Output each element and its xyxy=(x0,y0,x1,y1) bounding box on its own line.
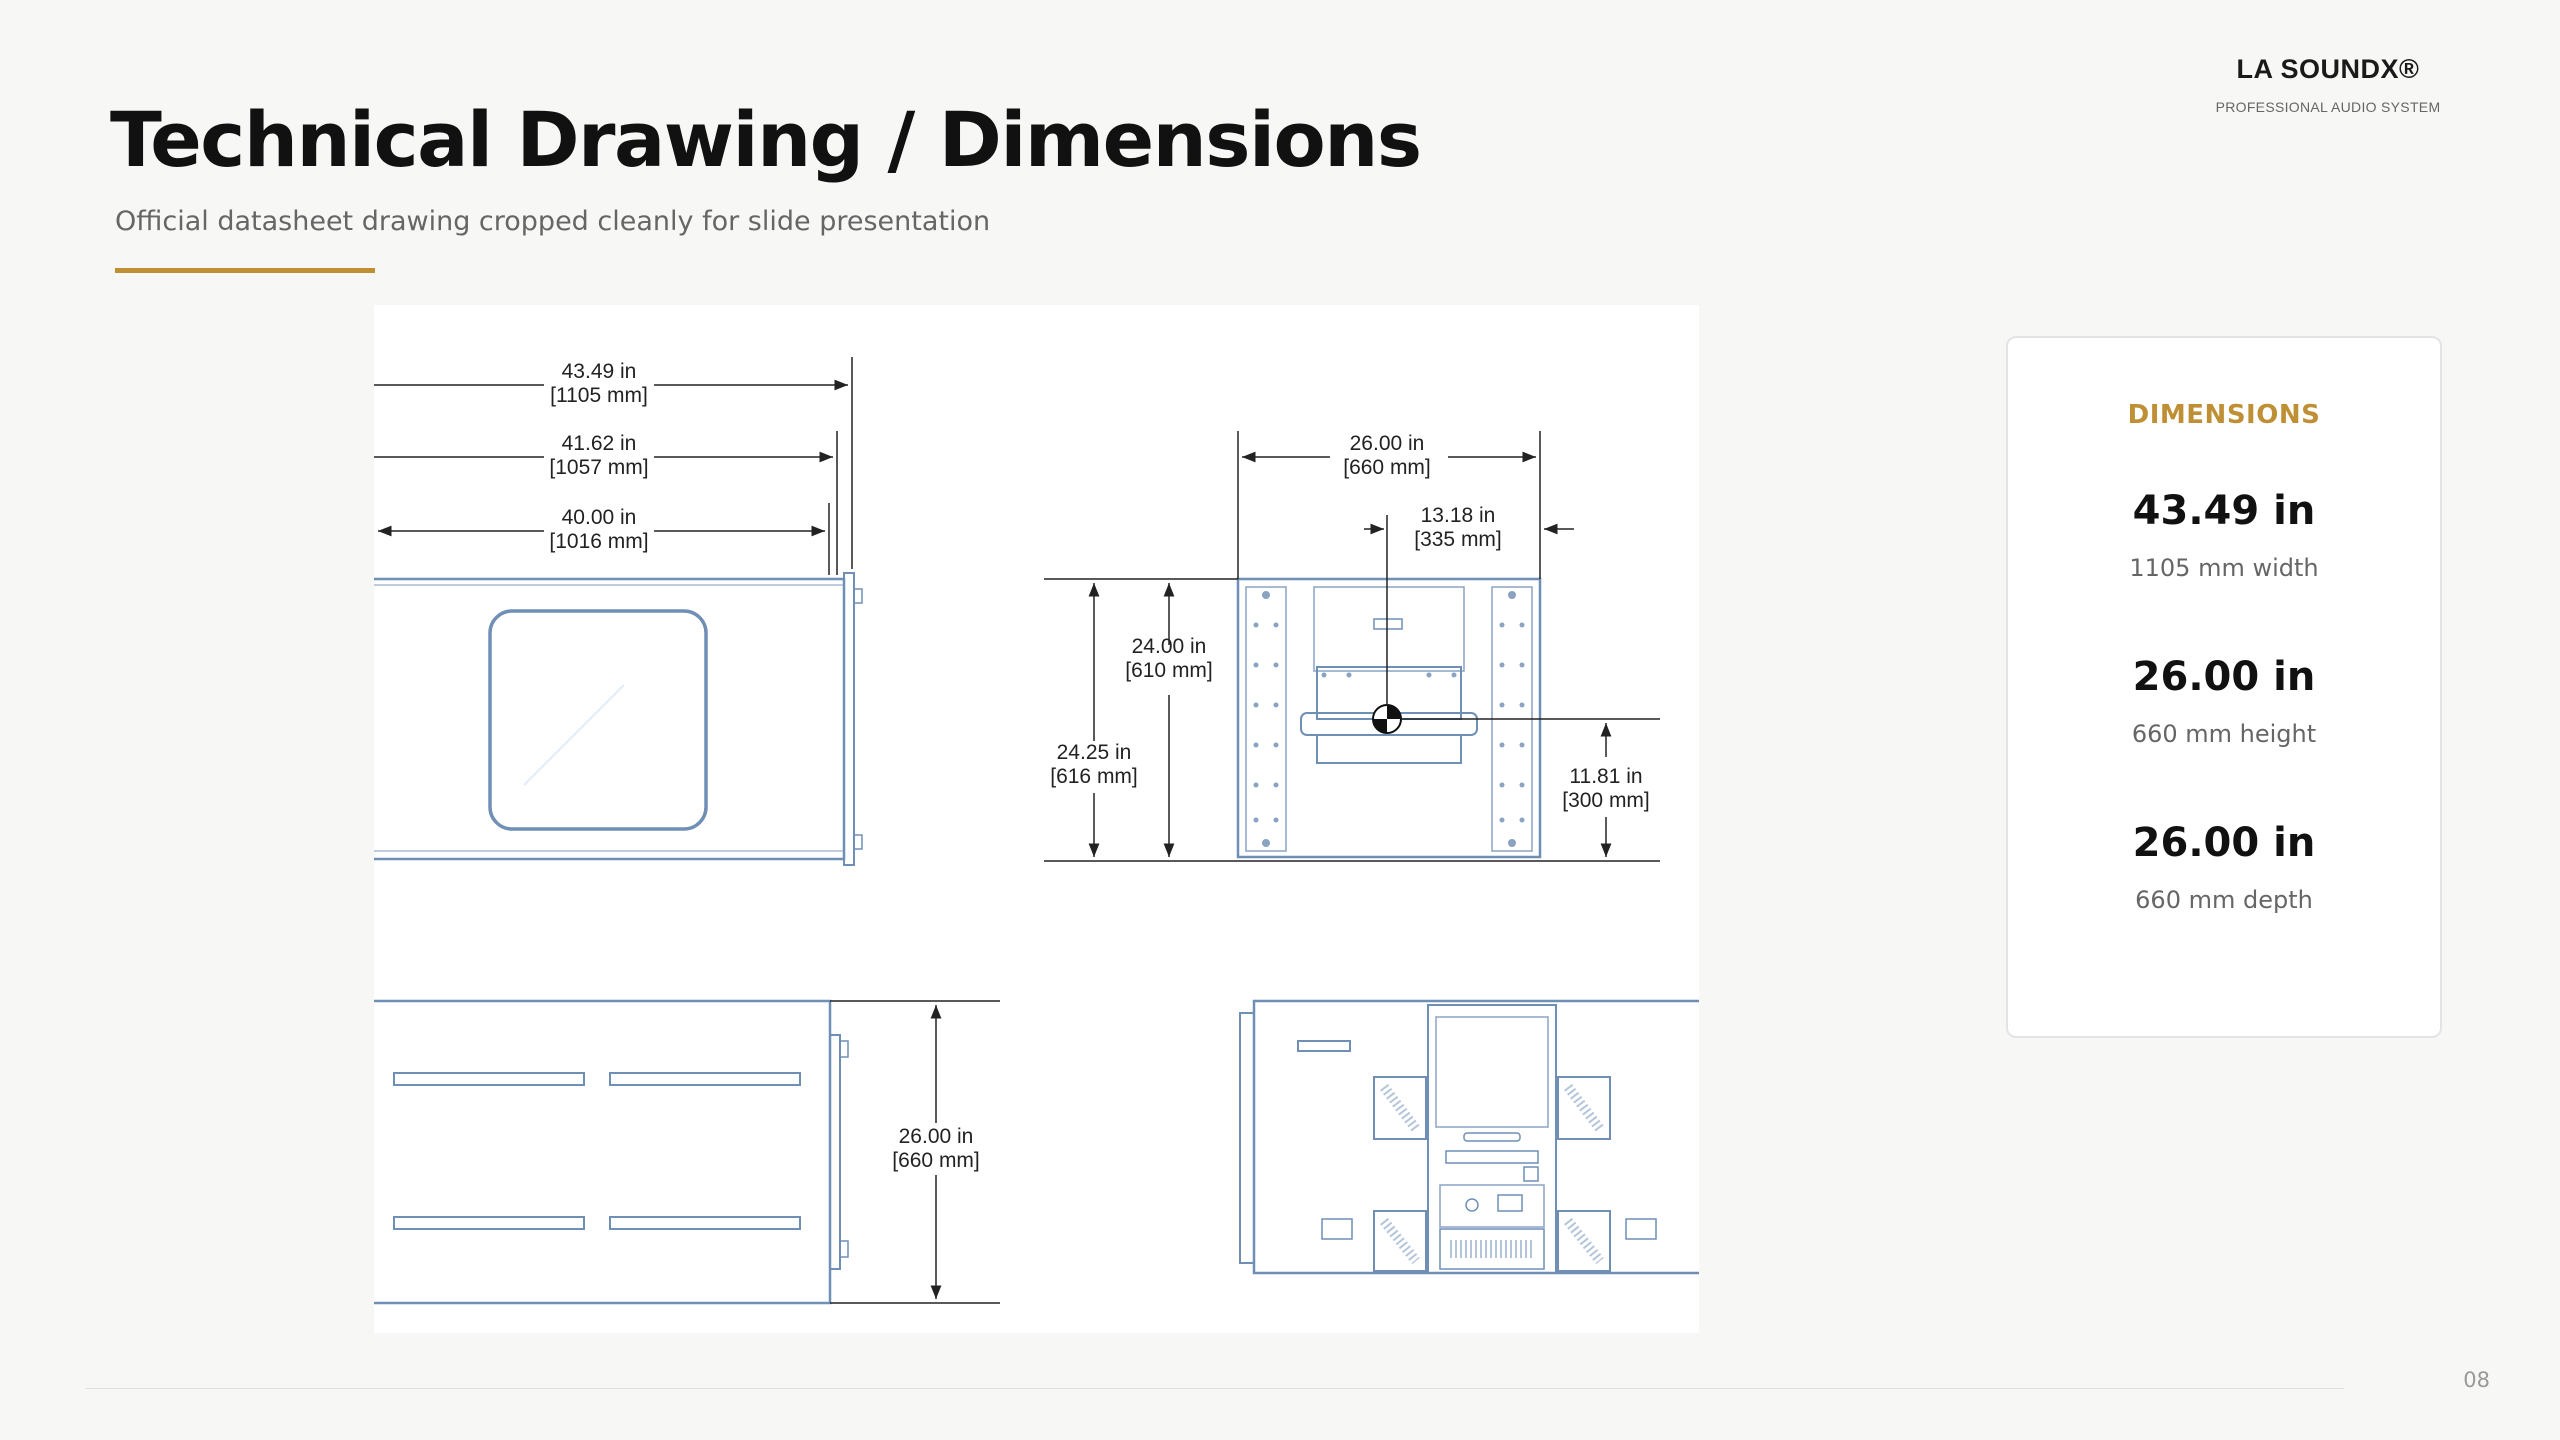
dim-width-overall-in: 43.49 in xyxy=(562,360,637,383)
metric-value: 26.00 in xyxy=(2132,654,2316,700)
brand-tagline: PROFESSIONAL AUDIO SYSTEM xyxy=(2215,99,2441,115)
dimensions-card: DIMENSIONS 43.49 in 1105 mm width 26.00 … xyxy=(2006,336,2442,1038)
dim-depth-in: 26.00 in xyxy=(899,1125,974,1148)
brand-name: LA SOUNDX® xyxy=(2236,54,2420,84)
metric-depth: 26.00 in 660 mm depth xyxy=(2008,820,2440,914)
dim-width-overall-mm: [1105 mm] xyxy=(550,384,648,407)
dim-front-width-mm: [660 mm] xyxy=(1343,456,1431,479)
dim-width-body-in: 41.62 in xyxy=(562,432,637,455)
side-view: 43.49 in [1105 mm] 41.62 in [1057 mm] 40… xyxy=(374,357,863,866)
dim-center-height-mm: [300 mm] xyxy=(1562,789,1650,812)
metric-value: 43.49 in xyxy=(2132,488,2316,534)
dim-height-cabinet-in: 24.00 in xyxy=(1132,635,1207,658)
metric-height: 26.00 in 660 mm height xyxy=(2008,654,2440,748)
dim-center-offset-mm: [335 mm] xyxy=(1414,528,1502,551)
slide-title: Technical Drawing / Dimensions xyxy=(110,95,1422,184)
dim-front-width-in: 26.00 in xyxy=(1350,432,1425,455)
dim-width-cabinet-mm: [1016 mm] xyxy=(549,530,648,553)
footer-divider xyxy=(86,1388,2344,1389)
technical-drawing: 43.49 in [1105 mm] 41.62 in [1057 mm] 40… xyxy=(374,305,1699,1333)
dimensions-heading: DIMENSIONS xyxy=(2127,400,2321,430)
metric-label: 1105 mm width xyxy=(2129,554,2319,582)
dim-center-height-in: 11.81 in xyxy=(1569,765,1642,788)
front-view: 26.00 in [660 mm] 13.18 in [335 mm] 24.0… xyxy=(1044,431,1660,862)
dim-height-cabinet-mm: [610 mm] xyxy=(1125,659,1213,682)
dim-height-overall-in: 24.25 in xyxy=(1057,741,1132,764)
dim-width-cabinet-in: 40.00 in xyxy=(562,506,637,529)
rear-view xyxy=(1239,999,1699,1275)
dim-center-offset-in: 13.18 in xyxy=(1421,504,1496,527)
metric-value: 26.00 in xyxy=(2132,820,2316,866)
slide-subtitle: Official datasheet drawing cropped clean… xyxy=(115,206,991,237)
dim-width-body-mm: [1057 mm] xyxy=(549,456,648,479)
dim-height-overall-mm: [616 mm] xyxy=(1050,765,1138,788)
metric-label: 660 mm depth xyxy=(2135,886,2313,914)
title-accent-bar xyxy=(115,268,375,273)
top-view: 26.00 in [660 mm] xyxy=(374,999,1000,1305)
metric-width: 43.49 in 1105 mm width xyxy=(2008,488,2440,582)
metric-label: 660 mm height xyxy=(2131,720,2317,748)
dim-depth-mm: [660 mm] xyxy=(892,1149,980,1172)
brand-logo: LA SOUNDX® PROFESSIONAL AUDIO SYSTEM xyxy=(2198,54,2458,115)
page-number: 08 xyxy=(2463,1368,2490,1392)
